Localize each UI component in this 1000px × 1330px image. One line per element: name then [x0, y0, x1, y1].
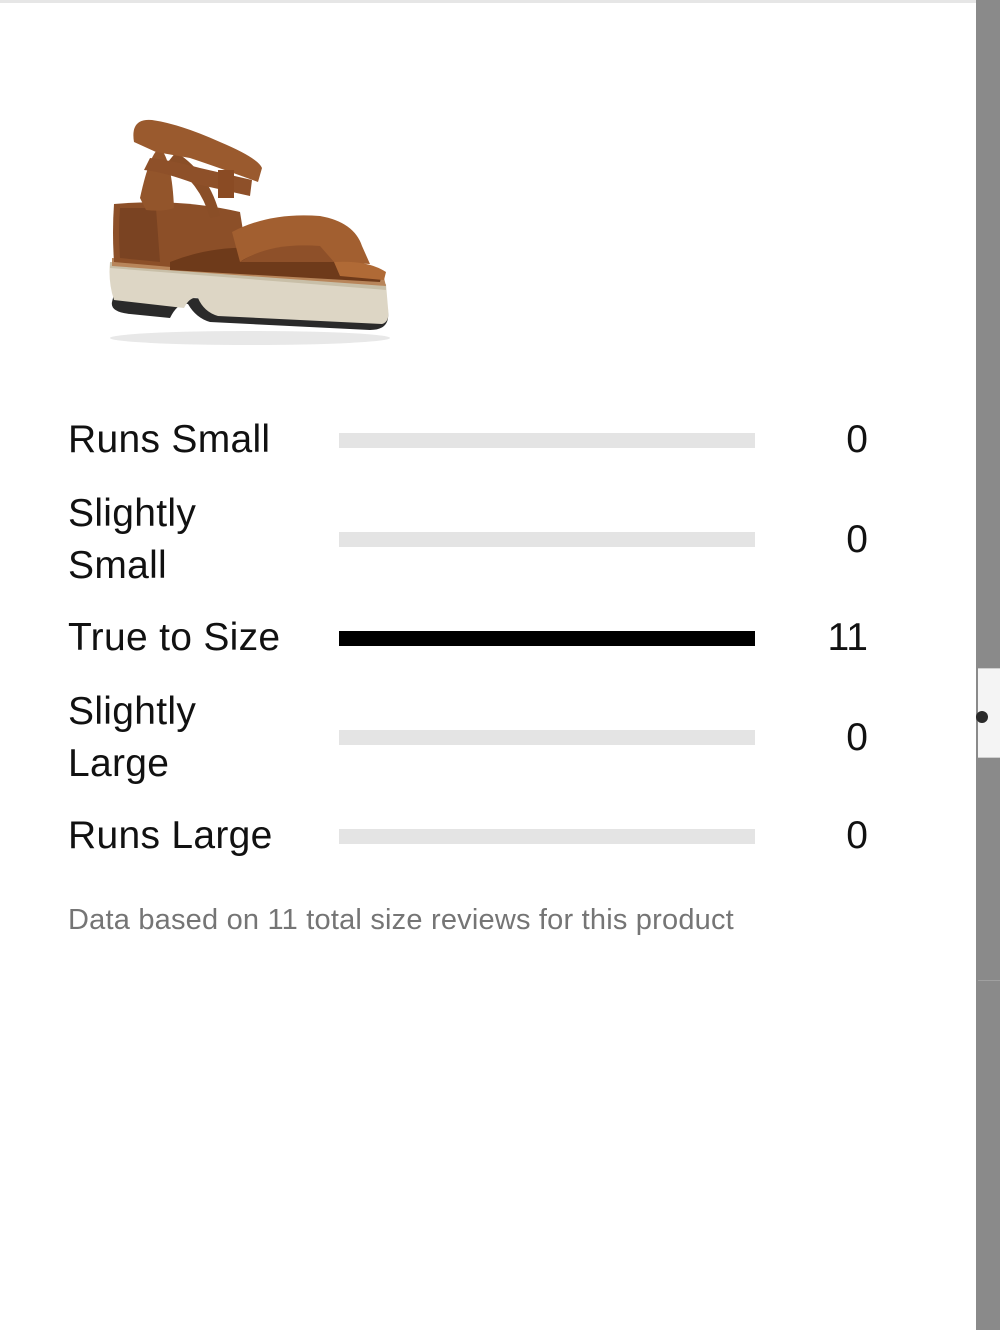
product-image-heel-strap [140, 148, 174, 211]
fit-count: 0 [846, 814, 868, 857]
fit-bar-fill [339, 631, 755, 646]
background-divider [978, 980, 1000, 981]
size-review-footnote: Data based on 11 total size reviews for … [68, 904, 734, 936]
fit-label: Runs Large [68, 814, 273, 857]
page-backdrop-overlay[interactable] [976, 0, 1000, 1330]
fit-bar-track [339, 730, 755, 745]
fit-bar-track [339, 631, 755, 646]
fit-row-runs-large: Runs Large 0 [68, 810, 868, 862]
background-card-peek [976, 668, 1000, 758]
fit-row-runs-small: Runs Small 0 [68, 414, 868, 466]
fit-label-line2: Large [68, 742, 170, 785]
fit-label-line2: Small [68, 544, 168, 587]
fit-row-slightly-large: Slightly Large 0 [68, 686, 868, 790]
fit-count: 0 [846, 518, 868, 561]
fit-label-line1: Slightly [68, 690, 197, 733]
fit-count: 0 [846, 418, 868, 461]
product-image-shadow [110, 331, 390, 345]
fit-count: 11 [827, 616, 869, 659]
fit-bar-track [339, 829, 755, 844]
fit-bar-track [339, 532, 755, 547]
fit-count: 0 [846, 716, 868, 759]
fit-label-line1: Slightly [68, 492, 197, 535]
fit-row-true-to-size: True to Size 11 [68, 612, 868, 664]
fit-label: Runs Small [68, 418, 271, 461]
fit-row-slightly-small: Slightly Small 0 [68, 488, 868, 592]
fit-label: True to Size [68, 616, 281, 659]
fit-bar-track [339, 433, 755, 448]
product-image [109, 119, 390, 345]
